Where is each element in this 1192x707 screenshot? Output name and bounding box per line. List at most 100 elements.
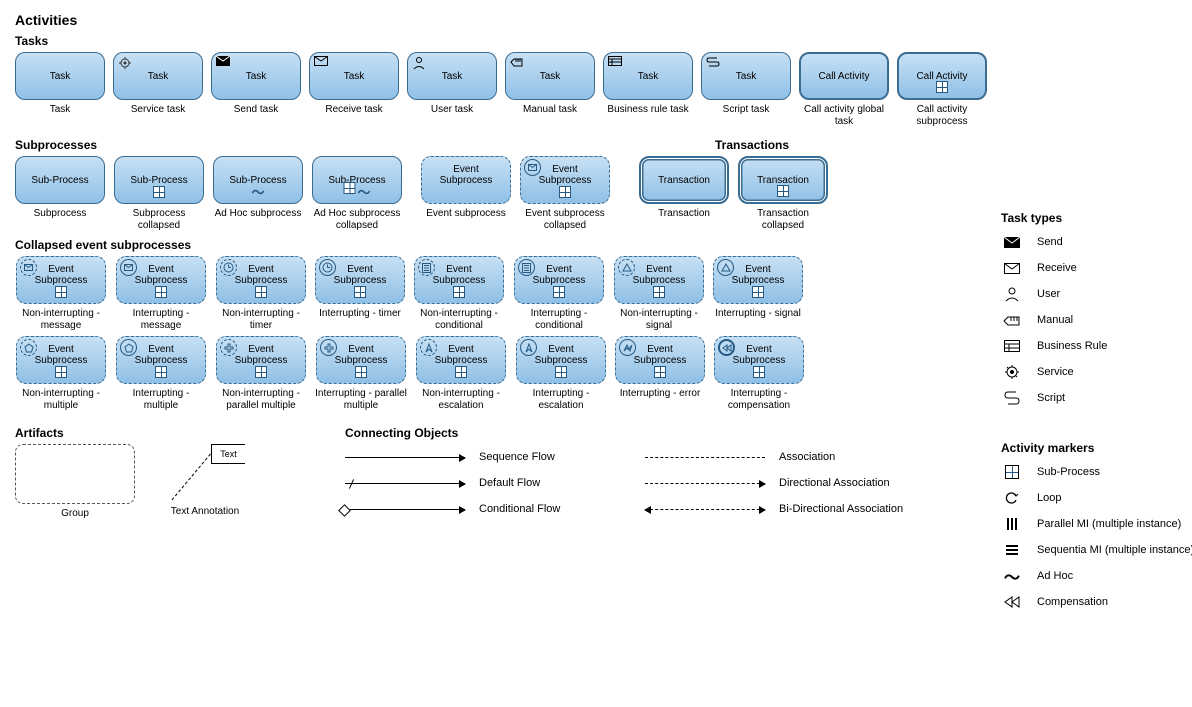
transactions-heading: Transactions (715, 138, 789, 152)
event-sub-shape: Event Subprocess (714, 336, 804, 384)
event-sub-shape: Event Subprocess (614, 256, 704, 304)
gear-icon (1001, 364, 1023, 380)
event-sub-shape: Event Subprocess (16, 256, 106, 304)
parallel-mi-icon (1001, 518, 1023, 530)
event-sub-shape: Event Subprocess (216, 336, 306, 384)
legend-parallel-mi: Parallel MI (multiple instance) (1001, 511, 1192, 537)
event-sub-shape: Event Subprocess (316, 336, 406, 384)
subprocess-marker-icon (55, 366, 67, 381)
subprocess-marker-icon (153, 186, 165, 201)
event-sub-shape: Event Subprocess (416, 336, 506, 384)
transaction-shape: Transaction (639, 156, 729, 204)
directional-association-icon (645, 483, 765, 484)
subprocess-marker-icon (555, 366, 567, 381)
script-icon (706, 56, 720, 68)
activity-markers-heading: Activity markers (1001, 441, 1192, 455)
event-subprocess-shape: Event Subprocess (421, 156, 511, 204)
conditional-event-icon (518, 259, 535, 276)
parallel-multiple-event-icon (220, 339, 237, 356)
event-sub-shape: Event Subprocess (116, 336, 206, 384)
subprocess-marker-icon (155, 366, 167, 381)
event-sub-shape: Event Subprocess (516, 336, 606, 384)
conditional-event-icon (418, 259, 435, 276)
subprocess-marker-icon (936, 81, 948, 96)
user-icon (412, 56, 426, 68)
subprocess-marker-icon (355, 366, 367, 381)
subprocess-marker-icon (55, 286, 67, 301)
event-sub-shape: Event Subprocess (514, 256, 604, 304)
compensation-event-icon (718, 339, 735, 356)
table-icon (1001, 340, 1023, 352)
default-flow-icon (345, 483, 465, 484)
event-subprocess-collapsed-shape: Event Subprocess (520, 156, 610, 204)
collapsed-row-1: Event SubprocessNon-interrupting - messa… (15, 256, 987, 332)
event-sub-shape: Event Subprocess (16, 336, 106, 384)
call-activity-shape: Call Activity (799, 52, 889, 100)
envelope-event-icon (524, 159, 541, 176)
event-sub-shape: Event Subprocess (315, 256, 405, 304)
parallel-multiple-event-icon (320, 339, 337, 356)
bidirectional-association-row: Bi-Directional Association (645, 496, 905, 522)
event-sub-shape: Event Subprocess (116, 256, 206, 304)
subprocess-marker-icon (559, 186, 571, 201)
legend-receive: Receive (1001, 255, 1192, 281)
user-icon (1001, 286, 1023, 302)
subprocesses-row: Sub-ProcessSubprocess Sub-ProcessSubproc… (15, 156, 987, 232)
legend-subprocess: Sub-Process (1001, 459, 1192, 485)
script-task-shape: Task (701, 52, 791, 100)
signal-event-icon (717, 259, 734, 276)
loop-icon (1001, 491, 1023, 505)
legend-sequential-mi: Sequentia MI (multiple instance) (1001, 537, 1192, 563)
transaction-collapsed-shape: Transaction (738, 156, 828, 204)
legend-send: Send (1001, 229, 1192, 255)
compensation-icon (1001, 596, 1023, 608)
bidirectional-association-icon (645, 509, 765, 510)
subprocess-marker-icon (653, 286, 665, 301)
manual-task-shape: Task (505, 52, 595, 100)
table-icon (608, 56, 622, 68)
directional-association-row: Directional Association (645, 470, 905, 496)
subprocess-marker-icon (777, 185, 789, 200)
subprocess-shape: Sub-Process (15, 156, 105, 204)
subprocess-marker-icon (453, 286, 465, 301)
subprocess-marker-icon (553, 286, 565, 301)
association-row: Association (645, 444, 905, 470)
multiple-event-icon (120, 339, 137, 356)
text-annotation-shape: Text (165, 444, 245, 502)
clock-event-icon (319, 259, 336, 276)
adhoc-marker-icon: ～ (251, 182, 264, 201)
subprocesses-heading: Subprocesses (15, 138, 495, 152)
subprocess-marker-icon (654, 366, 666, 381)
legend-service: Service (1001, 359, 1192, 385)
escalation-event-icon (520, 339, 537, 356)
user-task-shape: Task (407, 52, 497, 100)
association-icon (645, 457, 765, 458)
activities-heading: Activities (15, 12, 987, 28)
legend-manual: Manual (1001, 307, 1192, 333)
adhoc-subprocess-shape: Sub-Process～ (213, 156, 303, 204)
subprocess-marker-icon (255, 286, 267, 301)
artifacts-heading: Artifacts (15, 426, 315, 440)
legend-loop: Loop (1001, 485, 1192, 511)
event-sub-shape: Event Subprocess (615, 336, 705, 384)
group-shape (15, 444, 135, 504)
adhoc-icon: ～ (1001, 564, 1023, 588)
sequence-flow-icon (345, 457, 465, 458)
adhoc-subprocess-collapsed-shape: Sub-Process～ (312, 156, 402, 204)
event-sub-shape: Event Subprocess (216, 256, 306, 304)
envelope-filled-icon (216, 56, 230, 68)
event-sub-shape: Event Subprocess (713, 256, 803, 304)
business-rule-task-shape: Task (603, 52, 693, 100)
error-event-icon (619, 339, 636, 356)
collapsed-row-2: Event SubprocessNon-interrupting - multi… (15, 336, 987, 412)
connecting-heading: Connecting Objects (345, 426, 987, 440)
call-activity-subprocess-shape: Call Activity (897, 52, 987, 100)
legend-business-rule: Business Rule (1001, 333, 1192, 359)
task-types-heading: Task types (1001, 211, 1192, 225)
collapsed-heading: Collapsed event subprocesses (15, 238, 987, 252)
legend-adhoc: ～Ad Hoc (1001, 563, 1192, 589)
sequential-mi-icon (1001, 545, 1023, 555)
conditional-flow-icon (345, 509, 465, 510)
default-flow-row: Default Flow (345, 470, 605, 496)
envelope-event-icon (120, 259, 137, 276)
